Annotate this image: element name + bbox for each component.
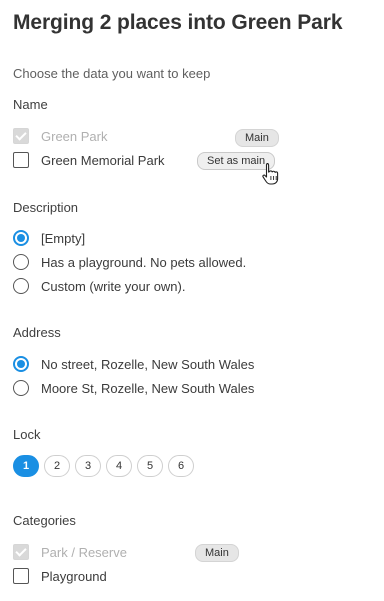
section-label-name: Name (13, 97, 48, 112)
name-option-green-memorial-park[interactable]: Green Memorial Park (13, 150, 165, 170)
section-label-lock: Lock (13, 427, 41, 442)
hand-pointer-cursor-icon (262, 162, 279, 185)
lock-level-1-button[interactable]: 1 (13, 455, 39, 477)
checkbox-checked-disabled (13, 544, 29, 560)
checkbox[interactable] (13, 152, 29, 168)
option-label: Green Memorial Park (41, 152, 165, 168)
instruction-text: Choose the data you want to keep (13, 66, 211, 81)
lock-level-5-button[interactable]: 5 (137, 455, 163, 477)
radio[interactable] (13, 278, 29, 294)
lock-level-2-button[interactable]: 2 (44, 455, 70, 477)
page-title: Merging 2 places into Green Park (13, 11, 343, 34)
description-option-playground[interactable]: Has a playground. No pets allowed. (13, 252, 246, 272)
description-option-custom[interactable]: Custom (write your own). (13, 276, 185, 296)
description-option-empty[interactable]: [Empty] (13, 228, 85, 248)
option-label: Moore St, Rozelle, New South Wales (41, 380, 255, 396)
section-label-categories: Categories (13, 513, 76, 528)
lock-level-6-button[interactable]: 6 (168, 455, 194, 477)
radio-selected[interactable] (13, 356, 29, 372)
option-label: Playground (41, 568, 107, 584)
main-badge: Main (195, 544, 239, 562)
option-label: Custom (write your own). (41, 278, 186, 294)
section-label-description: Description (13, 200, 79, 215)
option-label: Park / Reserve (41, 544, 127, 560)
option-label: Green Park (41, 128, 108, 144)
radio[interactable] (13, 380, 29, 396)
name-option-green-park: Green Park (13, 126, 107, 146)
address-option-no-street[interactable]: No street, Rozelle, New South Wales (13, 354, 254, 374)
lock-level-selector: 1 2 3 4 5 6 (13, 455, 199, 477)
lock-level-3-button[interactable]: 3 (75, 455, 101, 477)
radio-selected[interactable] (13, 230, 29, 246)
section-label-address: Address (13, 325, 61, 340)
checkbox[interactable] (13, 568, 29, 584)
radio[interactable] (13, 254, 29, 270)
category-option-park-reserve: Park / Reserve (13, 542, 127, 562)
option-label: No street, Rozelle, New South Wales (41, 356, 255, 372)
category-option-playground[interactable]: Playground (13, 566, 107, 586)
address-option-moore-st[interactable]: Moore St, Rozelle, New South Wales (13, 378, 254, 398)
main-badge: Main (235, 129, 279, 147)
checkbox-checked-disabled (13, 128, 29, 144)
option-label: Has a playground. No pets allowed. (41, 254, 247, 270)
lock-level-4-button[interactable]: 4 (106, 455, 132, 477)
option-label: [Empty] (41, 230, 86, 246)
